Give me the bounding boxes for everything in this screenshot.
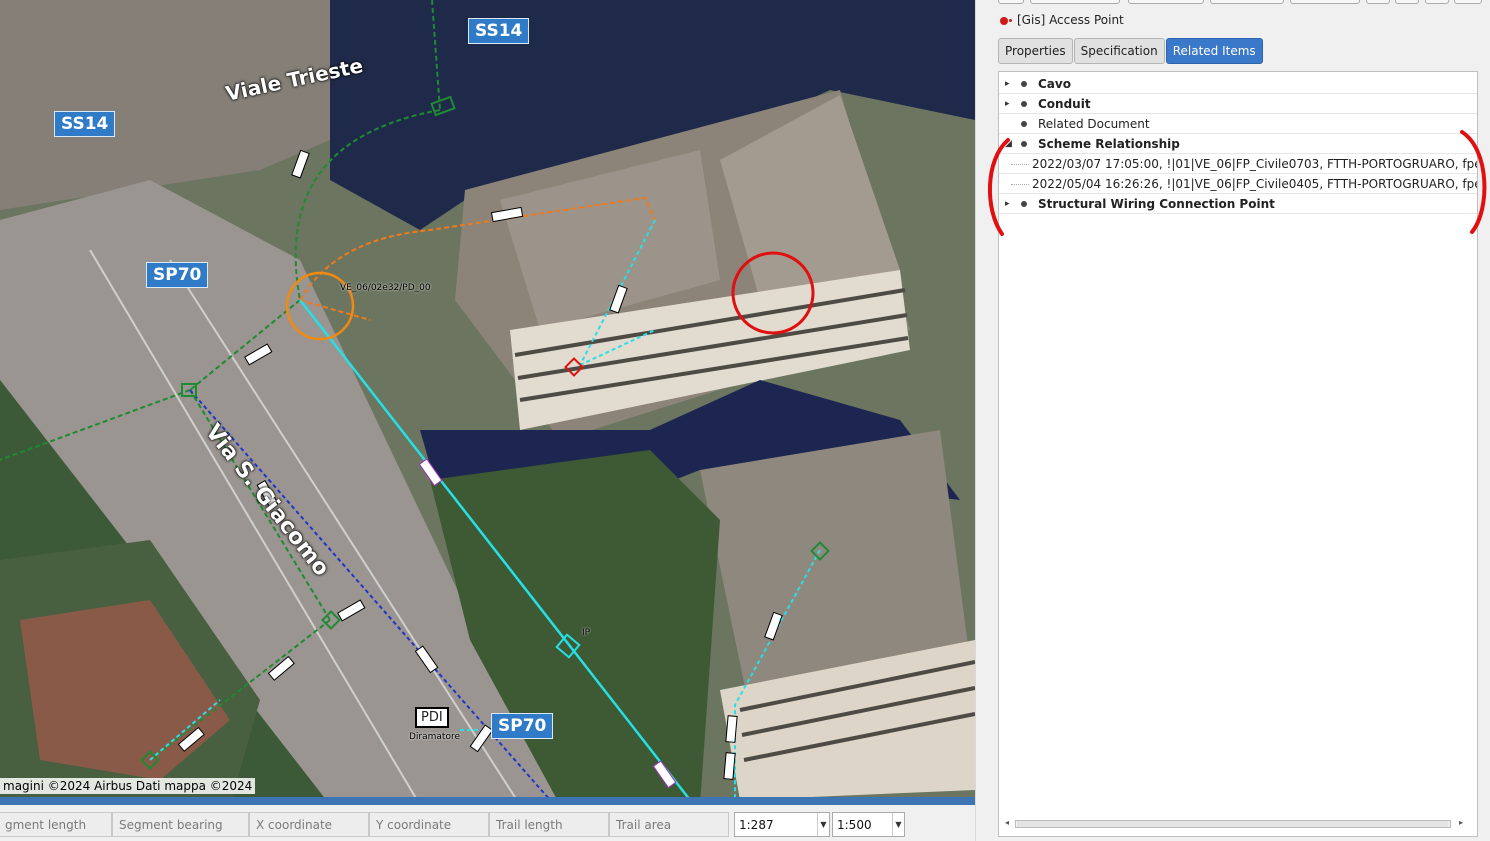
scrollbar-thumb[interactable] bbox=[1017, 821, 1449, 827]
toolbar-button[interactable] bbox=[1128, 0, 1204, 4]
toolbar-button[interactable] bbox=[1425, 0, 1449, 4]
map-bottom-bar bbox=[0, 797, 975, 805]
toolbar-button[interactable] bbox=[1454, 0, 1482, 4]
toolbar-button[interactable] bbox=[1395, 0, 1419, 4]
trail-length-field: Trail length bbox=[489, 812, 609, 837]
tree-item-conduit[interactable]: ▸ Conduit bbox=[999, 94, 1477, 114]
tree-item-label: Related Document bbox=[1038, 117, 1150, 131]
road-shield-sp70: SP70 bbox=[146, 262, 209, 288]
ip-label: IP bbox=[582, 628, 591, 638]
chevron-down-icon[interactable]: ▼ bbox=[817, 813, 829, 836]
tree-item-label: 2022/03/07 17:05:00, !|01|VE_06|FP_Civil… bbox=[1032, 157, 1477, 171]
tree-item-label: Scheme Relationship bbox=[1038, 137, 1180, 151]
segment-length-field: gment length bbox=[0, 812, 112, 837]
access-point-icon bbox=[1000, 16, 1008, 25]
tab-specification[interactable]: Specification bbox=[1073, 38, 1165, 64]
tab-related-items[interactable]: Related Items bbox=[1165, 38, 1263, 64]
tree-item-structural-wiring[interactable]: ▸ Structural Wiring Connection Point bbox=[999, 194, 1477, 214]
chevron-down-icon[interactable]: ▼ bbox=[892, 813, 904, 836]
access-point-icon bbox=[1009, 19, 1012, 22]
tree-item-label: Conduit bbox=[1038, 97, 1091, 111]
bullet-icon bbox=[1021, 141, 1027, 147]
road-shield-ss14: SS14 bbox=[54, 111, 116, 137]
road-shield-sp70: SP70 bbox=[491, 713, 554, 739]
bullet-icon bbox=[1021, 121, 1027, 127]
y-coordinate-field: Y coordinate bbox=[369, 812, 489, 837]
tree-guide-line bbox=[1011, 184, 1029, 185]
splitter[interactable] bbox=[975, 0, 990, 841]
tree-item-label: Structural Wiring Connection Point bbox=[1038, 197, 1275, 211]
related-items-tree[interactable]: ▸ Cavo ▸ Conduit Related Document ◢ Sche… bbox=[998, 71, 1478, 837]
tree-item-cavo[interactable]: ▸ Cavo bbox=[999, 74, 1477, 94]
node-label: VE_06/02e32/PD_00 bbox=[340, 283, 431, 293]
tree-child-scheme-entry[interactable]: 2022/05/04 16:26:26, !|01|VE_06|FP_Civil… bbox=[999, 174, 1477, 194]
tree-guide-line bbox=[1011, 164, 1029, 165]
current-scale-combo[interactable]: 1:287 ▼ bbox=[734, 812, 830, 837]
x-coordinate-field: X coordinate bbox=[249, 812, 369, 837]
status-bar: gment length Segment bearing X coordinat… bbox=[0, 810, 975, 841]
pdi-sublabel: Diramatore bbox=[409, 732, 461, 742]
tab-properties[interactable]: Properties bbox=[998, 38, 1073, 64]
toolbar-button[interactable] bbox=[1030, 0, 1120, 4]
bullet-icon bbox=[1021, 81, 1027, 87]
tree-item-related-document[interactable]: Related Document bbox=[999, 114, 1477, 134]
tree-item-scheme-relationship[interactable]: ◢ Scheme Relationship bbox=[999, 134, 1477, 154]
toolbar-button[interactable] bbox=[1366, 0, 1390, 4]
object-title-text: [Gis] Access Point bbox=[1017, 13, 1124, 27]
map-copyright: magini ©2024 Airbus Dati mappa ©2024 bbox=[0, 778, 256, 794]
trail-area-field: Trail area bbox=[609, 812, 729, 837]
collapse-arrow-icon[interactable]: ◢ bbox=[1005, 134, 1015, 153]
tree-child-scheme-entry[interactable]: 2022/03/07 17:05:00, !|01|VE_06|FP_Civil… bbox=[999, 154, 1477, 174]
preset-scale-combo[interactable]: 1:500 ▼ bbox=[832, 812, 905, 837]
preset-scale-value: 1:500 bbox=[837, 818, 872, 832]
tree-item-label: Cavo bbox=[1038, 77, 1071, 91]
toolbar-button[interactable] bbox=[1210, 0, 1284, 4]
app-window: Viale Trieste Via S. Giacomo SS14 SS14 S… bbox=[0, 0, 1490, 841]
scroll-right-icon[interactable]: ▸ bbox=[1459, 818, 1463, 827]
expand-arrow-icon[interactable]: ▸ bbox=[1005, 94, 1015, 113]
expand-arrow-icon[interactable]: ▸ bbox=[1005, 194, 1015, 213]
tab-bar: Properties Specification Related Items bbox=[998, 38, 1264, 64]
segment-bearing-field: Segment bearing bbox=[112, 812, 249, 837]
properties-panel: [Gis] Access Point Properties Specificati… bbox=[990, 0, 1490, 841]
bullet-icon bbox=[1021, 101, 1027, 107]
toolbar-button[interactable] bbox=[1290, 0, 1360, 4]
map-canvas[interactable] bbox=[0, 0, 975, 805]
toolbar-button[interactable] bbox=[998, 0, 1024, 4]
current-scale-value: 1:287 bbox=[739, 818, 774, 832]
scroll-left-icon[interactable]: ◂ bbox=[1005, 818, 1009, 827]
map-view[interactable]: Viale Trieste Via S. Giacomo SS14 SS14 S… bbox=[0, 0, 975, 805]
pdi-marker[interactable]: PDI bbox=[415, 707, 449, 728]
expand-arrow-icon[interactable]: ▸ bbox=[1005, 74, 1015, 93]
road-shield-ss14: SS14 bbox=[468, 18, 530, 44]
panel-toolbar bbox=[990, 0, 1490, 6]
bullet-icon bbox=[1021, 201, 1027, 207]
tree-item-label: 2022/05/04 16:26:26, !|01|VE_06|FP_Civil… bbox=[1032, 177, 1477, 191]
horizontal-scrollbar[interactable]: ◂ ▸ bbox=[1003, 818, 1475, 830]
object-title: [Gis] Access Point bbox=[1000, 13, 1124, 27]
